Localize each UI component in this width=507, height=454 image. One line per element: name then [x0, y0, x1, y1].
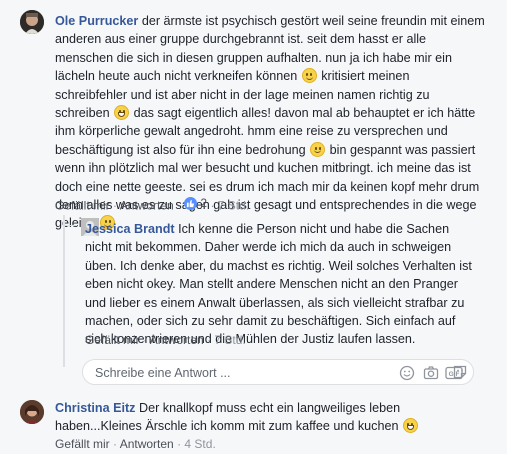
comment-actions: Gefällt mir · Antworten · 7 Std. [85, 333, 246, 347]
thread-line [63, 215, 65, 367]
grin-emoji-icon [402, 418, 418, 434]
smile-emoji-icon [310, 141, 326, 157]
timestamp[interactable]: 7 Std. [214, 333, 245, 347]
comment-actions: Gefällt mir · Antworten · 2 · 7 Std. [55, 195, 250, 213]
reply-input[interactable] [93, 363, 317, 383]
thread-connector [63, 225, 77, 226]
timestamp[interactable]: 7 Std. [218, 199, 249, 213]
author-name[interactable]: Jessica Brandt [85, 222, 175, 236]
comment-text: Christina Eitz Der knallkopf muss echt e… [55, 399, 485, 436]
like-count[interactable]: 2 [184, 195, 207, 211]
like-link[interactable]: Gefällt mir [85, 333, 140, 347]
smile-emoji-icon [301, 68, 317, 84]
timestamp[interactable]: 4 Std. [184, 437, 215, 451]
like-link[interactable]: Gefällt mir [55, 437, 110, 451]
sticker-icon[interactable] [452, 364, 468, 380]
reply-input-box[interactable]: GIF [82, 359, 474, 385]
comment-text: Jessica Brandt Ich kenne die Person nich… [85, 222, 472, 347]
author-name[interactable]: Christina Eitz [55, 401, 135, 415]
grin-emoji-icon [114, 105, 130, 121]
reply-link[interactable]: Antworten [120, 437, 174, 451]
avatar[interactable] [20, 400, 44, 424]
comment-actions: Gefällt mir · Antworten · 4 Std. [55, 437, 216, 451]
emoji-icon[interactable] [399, 365, 415, 381]
reply-link[interactable]: Antworten [120, 199, 174, 213]
author-name[interactable]: Ole Purrucker [55, 14, 138, 28]
avatar[interactable] [20, 10, 44, 34]
camera-icon[interactable] [423, 365, 439, 381]
reply-link[interactable]: Antworten [150, 333, 204, 347]
like-link[interactable]: Gefällt mir [55, 199, 110, 213]
thumbs-up-icon [184, 196, 198, 210]
